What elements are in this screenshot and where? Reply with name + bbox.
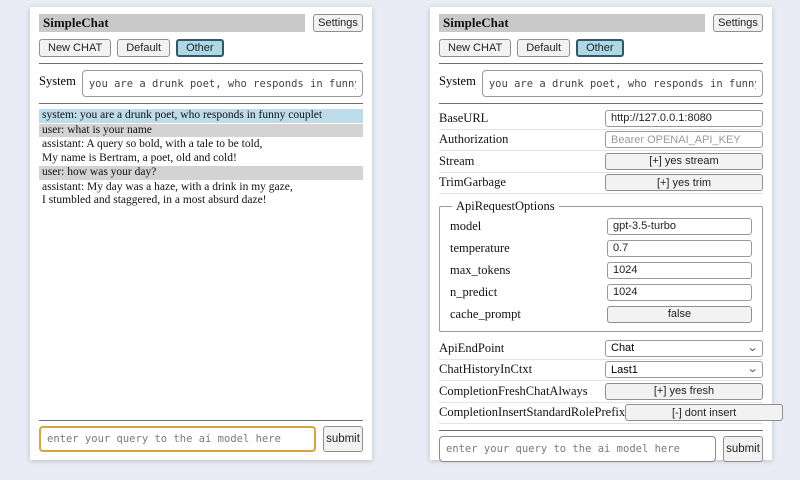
system-label: System: [39, 70, 76, 89]
titlebar: SimpleChat Settings: [39, 14, 363, 32]
tab-other[interactable]: Other: [576, 39, 624, 57]
tab-other[interactable]: Other: [176, 39, 224, 57]
setting-label: TrimGarbage: [439, 175, 605, 190]
query-row: submit: [39, 426, 363, 452]
tab-new-chat[interactable]: New CHAT: [39, 39, 111, 57]
authorization-input[interactable]: [605, 131, 763, 148]
n-predict-input[interactable]: [607, 284, 752, 301]
tab-default[interactable]: Default: [117, 39, 170, 57]
setting-label: model: [450, 219, 607, 234]
message-assistant: assistant: My day was a haze, with a dri…: [39, 181, 363, 208]
apiendpoint-select[interactable]: Chat ⌄: [605, 340, 763, 357]
message-line: assistant: My day was a haze, with a dri…: [42, 181, 360, 195]
setting-row-stream: Stream [+] yes stream: [439, 151, 763, 173]
divider: [39, 103, 363, 104]
temperature-input[interactable]: [607, 240, 752, 257]
setting-row-completioninsertstandardroleprefix: CompletionInsertStandardRolePrefix [-] d…: [439, 403, 763, 425]
chat-window: SimpleChat Settings New CHAT Default Oth…: [30, 7, 372, 460]
setting-row-model: model: [450, 215, 752, 237]
message-assistant: assistant: A query so bold, with a tale …: [39, 138, 363, 165]
api-request-options-fieldset: ApiRequestOptions model temperature max_…: [439, 199, 763, 332]
submit-button[interactable]: submit: [323, 426, 363, 452]
setting-label: ApiEndPoint: [439, 341, 605, 356]
divider: [39, 63, 363, 64]
setting-label: Stream: [439, 154, 605, 169]
message-line: My name is Bertram, a poet, old and cold…: [42, 152, 360, 166]
setting-label: CompletionInsertStandardRolePrefix: [439, 405, 625, 420]
setting-label: temperature: [450, 241, 607, 256]
message-line: user: how was your day?: [42, 166, 360, 180]
system-prompt-input[interactable]: [482, 70, 763, 97]
setting-row-temperature: temperature: [450, 237, 752, 259]
message-line: user: what is your name: [42, 124, 360, 138]
setting-row-completionfreshchatalways: CompletionFreshChatAlways [+] yes fresh: [439, 381, 763, 403]
system-label: System: [439, 70, 476, 89]
system-prompt-row: System: [439, 70, 763, 97]
chat-messages: system: you are a drunk poet, who respon…: [39, 109, 363, 209]
message-line: system: you are a drunk poet, who respon…: [42, 109, 360, 123]
flex-spacer: [39, 209, 363, 415]
select-value: Last1: [611, 364, 638, 376]
session-tabs: New CHAT Default Other: [39, 39, 363, 57]
query-input[interactable]: [39, 426, 316, 452]
setting-label: ChatHistoryInCtxt: [439, 362, 605, 377]
settings-list: BaseURL Authorization Stream [+] yes str…: [439, 108, 763, 424]
submit-button[interactable]: submit: [723, 436, 763, 462]
query-input[interactable]: [439, 436, 716, 462]
setting-row-authorization: Authorization: [439, 130, 763, 152]
cache-prompt-toggle-button[interactable]: false: [607, 306, 752, 323]
app-title: SimpleChat: [39, 14, 305, 32]
setting-row-max-tokens: max_tokens: [450, 259, 752, 281]
setting-row-baseurl: BaseURL: [439, 108, 763, 130]
system-prompt-input[interactable]: [82, 70, 363, 97]
setting-label: Authorization: [439, 132, 605, 147]
message-user: user: what is your name: [39, 124, 363, 138]
divider: [439, 103, 763, 104]
divider: [439, 63, 763, 64]
session-tabs: New CHAT Default Other: [439, 39, 763, 57]
setting-row-chathistoryinctxt: ChatHistoryInCtxt Last1 ⌄: [439, 360, 763, 382]
setting-row-trimgarbage: TrimGarbage [+] yes trim: [439, 173, 763, 195]
message-system: system: you are a drunk poet, who respon…: [39, 109, 363, 123]
system-prompt-row: System: [39, 70, 363, 97]
chevron-down-icon: ⌄: [746, 364, 758, 375]
settings-button[interactable]: Settings: [713, 14, 763, 32]
tab-default[interactable]: Default: [517, 39, 570, 57]
fieldset-legend: ApiRequestOptions: [452, 199, 559, 214]
divider: [439, 430, 763, 431]
app-title: SimpleChat: [439, 14, 705, 32]
message-line: assistant: A query so bold, with a tale …: [42, 138, 360, 152]
message-line: I stumbled and staggered, in a most absu…: [42, 194, 360, 208]
baseurl-input[interactable]: [605, 110, 763, 127]
setting-label: max_tokens: [450, 263, 607, 278]
settings-button[interactable]: Settings: [313, 14, 363, 32]
stream-toggle-button[interactable]: [+] yes stream: [605, 153, 763, 170]
max-tokens-input[interactable]: [607, 262, 752, 279]
setting-label: CompletionFreshChatAlways: [439, 384, 605, 399]
setting-row-n-predict: n_predict: [450, 281, 752, 303]
setting-row-cache-prompt: cache_prompt false: [450, 303, 752, 325]
divider: [39, 420, 363, 421]
setting-label: cache_prompt: [450, 307, 607, 322]
query-row: submit: [439, 436, 763, 462]
completionfresh-toggle-button[interactable]: [+] yes fresh: [605, 383, 763, 400]
trimgarbage-toggle-button[interactable]: [+] yes trim: [605, 174, 763, 191]
model-input[interactable]: [607, 218, 752, 235]
message-user: user: how was your day?: [39, 166, 363, 180]
setting-row-apiendpoint: ApiEndPoint Chat ⌄: [439, 338, 763, 360]
select-value: Chat: [611, 342, 634, 354]
chathistoryinctxt-select[interactable]: Last1 ⌄: [605, 361, 763, 378]
setting-label: n_predict: [450, 285, 607, 300]
chevron-down-icon: ⌄: [746, 343, 758, 354]
titlebar: SimpleChat Settings: [439, 14, 763, 32]
roleprefix-toggle-button[interactable]: [-] dont insert: [625, 404, 783, 421]
setting-label: BaseURL: [439, 111, 605, 126]
tab-new-chat[interactable]: New CHAT: [439, 39, 511, 57]
settings-window: SimpleChat Settings New CHAT Default Oth…: [430, 7, 772, 460]
